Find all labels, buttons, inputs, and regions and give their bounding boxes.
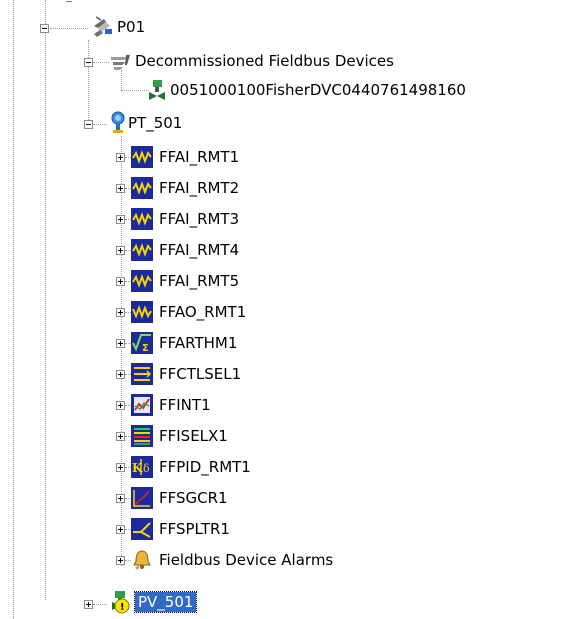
analog-input-block-icon — [131, 177, 153, 199]
tree-node-block[interactable]: FFISELX1 — [159, 426, 228, 446]
tree-line — [50, 28, 88, 29]
expand-button[interactable] — [116, 153, 125, 162]
tree-node-block[interactable]: FFAI_RMT5 — [159, 271, 239, 291]
expand-button[interactable] — [116, 556, 125, 565]
tree-node-block[interactable]: FFSGCR1 — [159, 488, 228, 508]
device-hierarchy-tree: P01 Decommissioned Fieldbus Devices 0051… — [0, 0, 561, 619]
input-selector-block-icon — [131, 425, 153, 447]
analog-input-block-icon — [131, 146, 153, 168]
tree-node-block[interactable]: FFAI_RMT1 — [159, 147, 239, 167]
tree-node-block[interactable]: FFAO_RMT1 — [159, 302, 246, 322]
fieldbus-valve-device-icon — [147, 79, 169, 101]
expand-button[interactable] — [116, 370, 125, 379]
tree-node-block[interactable]: FFPID_RMT1 — [159, 457, 251, 477]
analog-input-block-icon — [131, 239, 153, 261]
tree-line — [93, 604, 107, 605]
expand-button[interactable] — [116, 432, 125, 441]
plant-area-icon — [92, 16, 114, 38]
pressure-transmitter-icon — [106, 111, 128, 133]
tree-node-block[interactable]: FFSPLTR1 — [159, 519, 230, 539]
tree-node-pt501[interactable]: PT_501 — [128, 113, 182, 133]
collapse-button[interactable] — [84, 120, 93, 129]
tree-node-block[interactable]: FFARTHM1 — [159, 333, 237, 353]
analog-input-block-icon — [131, 208, 153, 230]
tree-node-p01[interactable]: P01 — [117, 17, 145, 37]
tree-line — [121, 70, 122, 90]
expand-button[interactable] — [116, 463, 125, 472]
expand-button[interactable] — [116, 246, 125, 255]
tree-node-block[interactable]: FFAI_RMT2 — [159, 178, 239, 198]
arithmetic-block-icon: Σ — [131, 332, 153, 354]
tree-node-fieldbus-device[interactable]: 0051000100FisherDVC0440761498160 — [170, 80, 466, 100]
valve-device-warning-icon: ! — [110, 590, 132, 614]
decommissioned-devices-icon — [108, 51, 130, 73]
analog-input-block-icon — [131, 270, 153, 292]
tree-line — [88, 66, 89, 120]
signal-characterizer-block-icon — [131, 487, 153, 509]
tree-node-block[interactable]: Fieldbus Device Alarms — [159, 550, 333, 570]
tree-node-block[interactable]: FFAI_RMT3 — [159, 209, 239, 229]
expand-button[interactable] — [116, 184, 125, 193]
expand-button[interactable] — [116, 277, 125, 286]
tree-line — [121, 90, 149, 91]
expand-button[interactable] — [84, 600, 93, 609]
tree-node-decommissioned-devices[interactable]: Decommissioned Fieldbus Devices — [135, 51, 394, 71]
expand-button[interactable] — [116, 525, 125, 534]
tree-node-block[interactable]: FFCTLSEL1 — [159, 364, 241, 384]
tree-line — [45, 32, 46, 600]
splitter-block-icon — [131, 518, 153, 540]
collapse-button[interactable] — [40, 24, 49, 33]
tree-node-pv501[interactable]: PV_501 — [133, 591, 198, 613]
expand-button[interactable] — [116, 215, 125, 224]
svg-text:Σ: Σ — [142, 343, 149, 354]
tree-line — [45, 0, 46, 26]
expand-button[interactable] — [116, 494, 125, 503]
expand-button[interactable] — [116, 401, 125, 410]
svg-text:δ: δ — [143, 462, 150, 475]
tree-line — [13, 0, 14, 619]
tree-line — [93, 62, 109, 63]
svg-text:!: ! — [120, 602, 125, 613]
tree-line — [93, 124, 107, 125]
analog-output-block-icon — [131, 301, 153, 323]
integrator-block-icon — [131, 394, 153, 416]
tree-node-block[interactable]: FFAI_RMT4 — [159, 240, 239, 260]
tree-line — [66, 1, 72, 2]
device-alarms-icon — [131, 549, 153, 571]
pid-block-icon: Kδ — [131, 456, 153, 478]
collapse-button[interactable] — [84, 58, 93, 67]
tree-line — [88, 40, 89, 58]
expand-button[interactable] — [116, 339, 125, 348]
expand-button[interactable] — [116, 308, 125, 317]
tree-node-block[interactable]: FFINT1 — [159, 395, 211, 415]
control-selector-block-icon — [131, 363, 153, 385]
